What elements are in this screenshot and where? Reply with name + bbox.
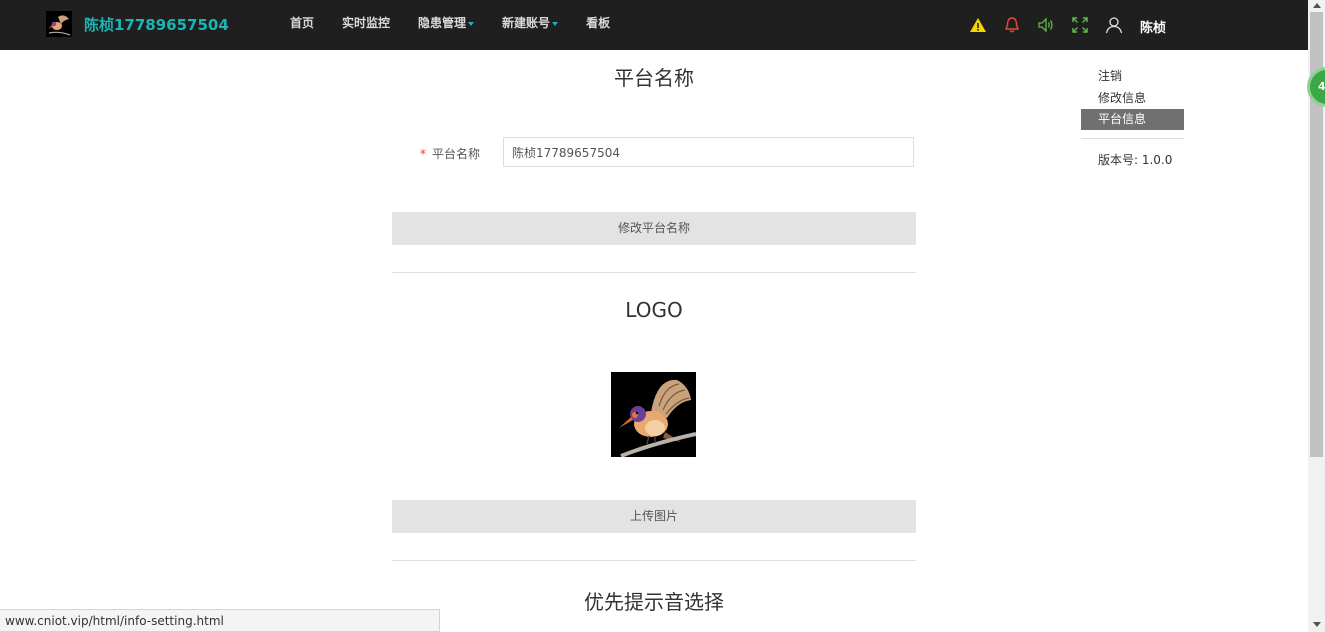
- main-nav: 首页 实时监控 隐患管理 新建账号 看板: [290, 14, 638, 31]
- caret-down-icon: [552, 21, 559, 26]
- upload-image-button[interactable]: 上传图片: [392, 500, 916, 533]
- platform-name-input[interactable]: [503, 137, 914, 167]
- brand-logo-image[interactable]: [46, 11, 72, 37]
- scroll-up-arrow-icon[interactable]: [1313, 3, 1321, 8]
- nav-dashboard-label: 看板: [586, 16, 611, 30]
- rename-platform-button[interactable]: 修改平台名称: [392, 212, 916, 245]
- nav-hazard-management[interactable]: 隐患管理: [418, 14, 475, 31]
- version-label: 版本号: 1.0.0: [1098, 153, 1173, 167]
- user-name[interactable]: 陈桢: [1140, 17, 1166, 36]
- caret-down-icon: [468, 21, 475, 26]
- logo-preview-image: [611, 372, 696, 457]
- user-icon[interactable]: [1105, 16, 1123, 34]
- nav-dashboard[interactable]: 看板: [586, 14, 610, 31]
- section-divider: [392, 560, 916, 561]
- section-divider: [392, 272, 916, 273]
- platform-name-label-text: 平台名称: [432, 147, 481, 161]
- nav-realtime-monitor[interactable]: 实时监控: [342, 14, 390, 31]
- nav-home-label: 首页: [290, 16, 315, 30]
- nav-new-account[interactable]: 新建账号: [502, 14, 559, 31]
- nav-hazard-management-label: 隐患管理: [418, 16, 467, 30]
- nav-realtime-monitor-label: 实时监控: [342, 16, 391, 30]
- status-bar-url: www.cniot.vip/html/info-setting.html: [0, 609, 440, 632]
- platform-name-label: * 平台名称: [420, 145, 480, 162]
- fullscreen-icon[interactable]: [1071, 16, 1089, 34]
- side-item-logout[interactable]: 注销: [1081, 66, 1184, 87]
- required-marker: *: [420, 147, 426, 161]
- warning-icon[interactable]: [969, 16, 987, 34]
- nav-home[interactable]: 首页: [290, 14, 314, 31]
- nav-new-account-label: 新建账号: [502, 16, 551, 30]
- side-item-platform-info[interactable]: 平台信息: [1081, 109, 1184, 130]
- speaker-icon[interactable]: [1037, 16, 1055, 34]
- bell-icon[interactable]: [1003, 16, 1021, 34]
- logo-section-title: LOGO: [625, 298, 683, 322]
- sound-priority-title: 优先提示音选择: [584, 590, 724, 614]
- platform-name-title: 平台名称: [614, 66, 694, 90]
- top-navbar: 陈桢17789657504 首页 实时监控 隐患管理 新建账号 看板 陈桢: [0, 0, 1308, 50]
- brand-title[interactable]: 陈桢17789657504: [84, 14, 229, 35]
- scroll-down-arrow-icon[interactable]: [1313, 622, 1321, 627]
- side-item-edit-info[interactable]: 修改信息: [1081, 88, 1184, 109]
- side-menu-divider: [1081, 138, 1184, 139]
